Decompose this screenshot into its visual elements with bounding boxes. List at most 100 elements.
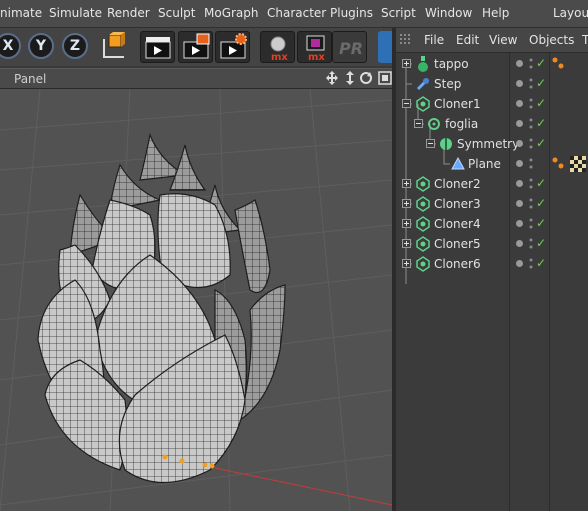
enabled-check-icon[interactable]: ✓: [536, 176, 546, 190]
cloner-icon: [416, 176, 430, 192]
mograph-matrix-button[interactable]: mx: [297, 31, 332, 63]
object-row-cloner4[interactable]: Cloner4 ✓: [396, 214, 588, 234]
enabled-check-icon[interactable]: ✓: [536, 236, 546, 250]
object-row-cloner1[interactable]: Cloner1 ✓: [396, 94, 588, 114]
menu-plugins[interactable]: Plugins: [330, 6, 373, 20]
object-row-plane[interactable]: Plane: [396, 154, 588, 174]
visibility-dot-icon[interactable]: [516, 140, 523, 147]
render-picture-viewer-button[interactable]: [178, 31, 213, 63]
expand-toggle-icon[interactable]: [402, 179, 411, 188]
phong-tag-icon[interactable]: [551, 155, 565, 171]
3d-viewport[interactable]: [0, 89, 392, 511]
enabled-check-icon[interactable]: ✓: [536, 56, 546, 70]
object-row-foglia[interactable]: foglia ✓: [396, 114, 588, 134]
grip-icon[interactable]: [400, 34, 414, 46]
mograph-cloner-button[interactable]: mx: [260, 31, 295, 63]
enabled-check-icon[interactable]: ✓: [536, 216, 546, 230]
expand-toggle-icon[interactable]: [402, 239, 411, 248]
viewport-nav-icons: [326, 71, 392, 85]
visibility-dot-icon[interactable]: [516, 60, 523, 67]
enabled-check-icon[interactable]: ✓: [536, 256, 546, 270]
material-tag-icon[interactable]: [570, 156, 586, 172]
visibility-dot-icon[interactable]: [516, 100, 523, 107]
enabled-check-icon[interactable]: ✓: [536, 136, 546, 150]
svg-text:mx: mx: [271, 52, 288, 62]
render-visibility-icon[interactable]: [529, 118, 533, 130]
object-row-cloner5[interactable]: Cloner5 ✓: [396, 234, 588, 254]
expand-toggle-icon[interactable]: [426, 139, 435, 148]
render-visibility-icon[interactable]: [529, 158, 533, 170]
expand-toggle-icon[interactable]: [402, 199, 411, 208]
object-row-symmetry[interactable]: Symmetry ✓: [396, 134, 588, 154]
object-name: Symmetry: [457, 137, 520, 151]
move-view-icon: [326, 71, 338, 85]
visibility-dot-icon[interactable]: [516, 220, 523, 227]
enabled-check-icon[interactable]: ✓: [536, 196, 546, 210]
visibility-dot-icon[interactable]: [516, 200, 523, 207]
cube-primitive-icon[interactable]: [378, 31, 392, 63]
expand-toggle-icon[interactable]: [414, 119, 423, 128]
render-visibility-icon[interactable]: [529, 78, 533, 90]
object-name: tappo: [434, 57, 469, 71]
enabled-check-icon[interactable]: ✓: [536, 76, 546, 90]
object-row-tappo[interactable]: tappo ✓: [396, 54, 588, 74]
render-visibility-icon[interactable]: [529, 258, 533, 270]
render-view-button[interactable]: [140, 31, 175, 63]
enabled-check-icon[interactable]: ✓: [536, 96, 546, 110]
expand-toggle-icon[interactable]: [402, 259, 411, 268]
render-visibility-icon[interactable]: [529, 98, 533, 110]
object-name: Cloner1: [434, 97, 481, 111]
menu-script[interactable]: Script: [381, 6, 416, 20]
cloner-icon: [416, 96, 430, 112]
om-menu-view[interactable]: View: [489, 33, 517, 47]
render-visibility-icon[interactable]: [529, 178, 533, 190]
pr-logo-icon: PR: [339, 39, 363, 58]
object-row-step[interactable]: Step ✓: [396, 74, 588, 94]
menu-sculpt[interactable]: Sculpt: [158, 6, 195, 20]
menu-layout[interactable]: Layout: [553, 6, 588, 20]
enabled-check-icon[interactable]: ✓: [536, 116, 546, 130]
menu-render[interactable]: Render: [107, 6, 150, 20]
menu-mograph[interactable]: MoGraph: [204, 6, 259, 20]
visibility-dot-icon[interactable]: [516, 120, 523, 127]
cloner-icon: [416, 216, 430, 232]
visibility-dot-icon[interactable]: [516, 180, 523, 187]
object-name: foglia: [445, 117, 479, 131]
render-visibility-icon[interactable]: [529, 58, 533, 70]
mograph-effector-icon: mx: [270, 36, 288, 63]
physical-render-button[interactable]: PR: [332, 31, 367, 63]
render-visibility-icon[interactable]: [529, 238, 533, 250]
panel-menu[interactable]: Panel: [14, 72, 46, 86]
om-menu-edit[interactable]: Edit: [456, 33, 479, 47]
om-menu-objects[interactable]: Objects: [529, 33, 574, 47]
clapper-icon: [145, 37, 171, 59]
menu-simulate[interactable]: Simulate: [49, 6, 102, 20]
menu-character[interactable]: Character: [267, 6, 326, 20]
expand-toggle-icon[interactable]: [402, 99, 411, 108]
visibility-dot-icon[interactable]: [516, 240, 523, 247]
menu-help[interactable]: Help: [482, 6, 509, 20]
om-menu-tags[interactable]: T: [582, 33, 588, 47]
expand-toggle-icon[interactable]: [402, 59, 411, 68]
render-visibility-icon[interactable]: [529, 138, 533, 150]
om-menu-file[interactable]: File: [424, 33, 444, 47]
y-axis-lock-button[interactable]: Y: [28, 33, 54, 59]
object-row-cloner2[interactable]: Cloner2 ✓: [396, 174, 588, 194]
menu-animate[interactable]: nimate: [0, 6, 42, 20]
object-row-cloner3[interactable]: Cloner3 ✓: [396, 194, 588, 214]
visibility-dot-icon[interactable]: [516, 260, 523, 267]
visibility-dot-icon[interactable]: [516, 80, 523, 87]
menu-window[interactable]: Window: [425, 6, 472, 20]
visibility-dot-icon[interactable]: [516, 160, 523, 167]
phong-tag-icon[interactable]: [551, 55, 565, 71]
z-axis-lock-button[interactable]: Z: [62, 33, 88, 59]
x-axis-line: [214, 467, 392, 506]
expand-toggle-icon[interactable]: [402, 219, 411, 228]
object-row-cloner6[interactable]: Cloner6 ✓: [396, 254, 588, 274]
render-visibility-icon[interactable]: [529, 198, 533, 210]
object-name: Cloner4: [434, 217, 481, 231]
cloner-icon: [416, 236, 430, 252]
render-settings-button[interactable]: [215, 31, 250, 63]
render-visibility-icon[interactable]: [529, 218, 533, 230]
coordinate-system-icon[interactable]: [98, 31, 130, 63]
